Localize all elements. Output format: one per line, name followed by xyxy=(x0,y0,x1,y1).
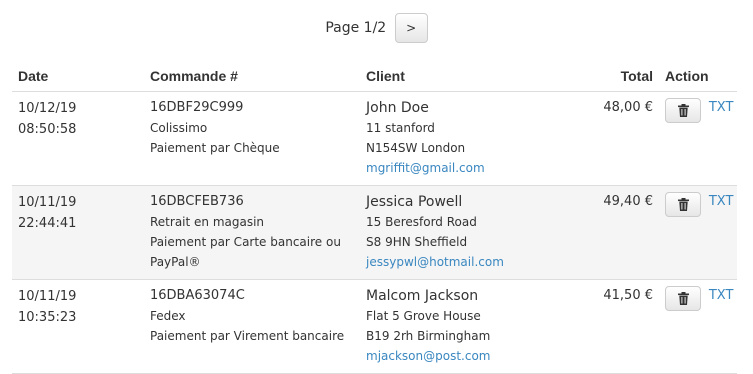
order-cell: 16DBA63074C Fedex Paiement par Virement … xyxy=(144,279,360,374)
trash-icon xyxy=(678,104,689,117)
client-address-line1: 15 Beresford Road xyxy=(366,215,477,229)
client-address-line2: N154SW London xyxy=(366,141,466,155)
column-header-client: Client xyxy=(360,61,560,92)
trash-icon xyxy=(678,292,689,305)
export-txt-link[interactable]: TXT xyxy=(709,286,734,306)
order-cell: 16DBCFEB736 Retrait en magasin Paiement … xyxy=(144,185,360,280)
client-address-line2: S8 9HN Sheffield xyxy=(366,235,468,249)
table-row: 10/12/19 08:50:58 16DBF29C999 Colissimo … xyxy=(12,91,737,186)
order-total: 41,50 € xyxy=(560,279,659,374)
client-cell: John Doe 11 stanford N154SW London mgrif… xyxy=(360,91,560,186)
date-cell: 10/11/19 10:35:23 xyxy=(12,279,144,374)
page-indicator: Page 1/2 xyxy=(325,20,387,36)
action-cell: TXT xyxy=(659,185,737,280)
date-cell: 10/12/19 08:50:58 xyxy=(12,91,144,186)
client-email-link[interactable]: mjackson@post.com xyxy=(366,349,490,363)
client-address-line2: B19 2rh Birmingham xyxy=(366,329,491,343)
order-total: 48,00 € xyxy=(560,91,659,186)
order-time: 10:35:23 xyxy=(18,310,77,325)
trash-icon xyxy=(678,198,689,211)
order-date: 10/12/19 xyxy=(18,101,77,116)
order-time: 22:44:41 xyxy=(18,216,77,231)
client-email-link[interactable]: mgriffit@gmail.com xyxy=(366,161,485,175)
pagination: Page 1/2 > xyxy=(0,13,753,43)
column-header-order: Commande # xyxy=(144,61,360,92)
column-header-action: Action xyxy=(659,61,737,92)
client-name: Malcom Jackson xyxy=(366,288,479,304)
client-email-link[interactable]: jessypwl@hotmail.com xyxy=(366,255,504,269)
action-cell: TXT xyxy=(659,91,737,186)
order-reference: 16DBCFEB736 xyxy=(150,194,244,209)
shipping-method: Colissimo xyxy=(150,121,208,135)
payment-method: Paiement par Carte bancaire ou PayPal® xyxy=(150,235,341,269)
client-address-line1: Flat 5 Grove House xyxy=(366,309,481,323)
order-time: 08:50:58 xyxy=(18,122,77,137)
client-name: Jessica Powell xyxy=(366,194,463,210)
date-cell: 10/11/19 22:44:41 xyxy=(12,185,144,280)
order-reference: 16DBA63074C xyxy=(150,288,245,303)
next-page-button[interactable]: > xyxy=(394,13,428,43)
client-address-line1: 11 stanford xyxy=(366,121,435,135)
action-cell: TXT xyxy=(659,279,737,374)
order-cell: 16DBF29C999 Colissimo Paiement par Chèqu… xyxy=(144,91,360,186)
client-cell: Jessica Powell 15 Beresford Road S8 9HN … xyxy=(360,185,560,280)
table-row: 10/11/19 22:44:41 16DBCFEB736 Retrait en… xyxy=(12,185,737,280)
order-total: 49,40 € xyxy=(560,185,659,280)
delete-order-button[interactable] xyxy=(665,192,701,217)
table-header-row: Date Commande # Client Total Action xyxy=(12,61,737,92)
column-header-date: Date xyxy=(12,61,144,92)
export-txt-link[interactable]: TXT xyxy=(709,192,734,212)
column-header-total: Total xyxy=(560,61,659,92)
export-txt-link[interactable]: TXT xyxy=(709,98,734,118)
shipping-method: Fedex xyxy=(150,309,186,323)
shipping-method: Retrait en magasin xyxy=(150,215,265,229)
order-reference: 16DBF29C999 xyxy=(150,100,244,115)
client-name: John Doe xyxy=(366,100,429,116)
payment-method: Paiement par Virement bancaire xyxy=(150,329,345,343)
client-cell: Malcom Jackson Flat 5 Grove House B19 2r… xyxy=(360,279,560,374)
orders-table: Date Commande # Client Total Action 10/1… xyxy=(12,61,737,374)
order-date: 10/11/19 xyxy=(18,195,77,210)
delete-order-button[interactable] xyxy=(665,98,701,123)
table-row: 10/11/19 10:35:23 16DBA63074C Fedex Paie… xyxy=(12,279,737,374)
delete-order-button[interactable] xyxy=(665,286,701,311)
payment-method: Paiement par Chèque xyxy=(150,141,280,155)
order-date: 10/11/19 xyxy=(18,289,77,304)
